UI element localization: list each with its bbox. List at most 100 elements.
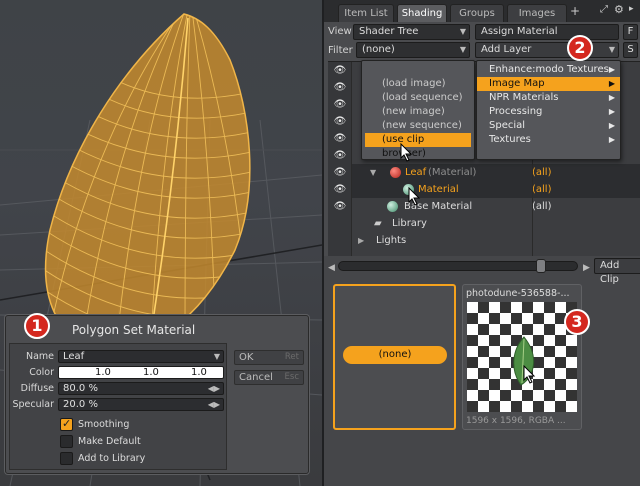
expand-arrow-icon[interactable]: ▶ (358, 232, 364, 249)
add-tab-button[interactable]: + (570, 4, 580, 18)
tree-row-leaf[interactable]: ▼ Leaf (Material) (all) (352, 164, 640, 181)
color-r-value[interactable]: 1.0 (95, 367, 111, 378)
submenu-arrow-icon: ▶ (608, 121, 615, 130)
thumbnail-size-slider[interactable] (338, 259, 578, 273)
slider-handle[interactable] (536, 259, 546, 273)
leaf-type: (Material) (428, 167, 477, 178)
color-field[interactable]: 1.0 1.0 1.0 (58, 366, 224, 379)
menu-item-special[interactable]: Special ▶ (477, 119, 620, 133)
eye-icon[interactable]: 👁 (333, 82, 347, 94)
make-default-label: Make Default (78, 436, 141, 447)
tree-row-lights[interactable]: ▶ Lights (352, 232, 640, 249)
make-default-checkbox[interactable] (60, 435, 73, 448)
check-icon: ✓ (62, 417, 72, 430)
add-clip-button[interactable]: Add Clip (594, 258, 640, 285)
menu-label: Special (489, 120, 526, 131)
assign-material-button[interactable]: Assign Material (475, 24, 619, 40)
menu-label: NPR Materials (489, 92, 559, 103)
chevron-right-icon[interactable]: ▸ (629, 4, 634, 14)
material-sphere-icon (387, 201, 398, 212)
f-button[interactable]: F (623, 24, 638, 40)
color-label: Color (29, 367, 54, 378)
slider-left-icon: ◀ (328, 263, 335, 273)
slider-right-icon: ▶ (583, 263, 590, 273)
chevron-down-icon: ▼ (608, 45, 615, 54)
add-to-library-checkbox[interactable] (60, 452, 73, 465)
ok-shortcut: Ret (284, 352, 299, 362)
menu-item-image-map[interactable]: Image Map ▶ (477, 77, 620, 91)
name-field[interactable]: Leaf ▼ (58, 350, 224, 363)
chevron-down-icon[interactable]: ▼ (214, 351, 220, 362)
tab-shading[interactable]: Shading (397, 4, 447, 22)
specular-field[interactable]: 20.0 % ◀▶ (58, 398, 224, 411)
chevron-down-icon: ▼ (459, 27, 466, 36)
view-dropdown[interactable]: Shader Tree ▼ (353, 24, 470, 40)
eye-icon[interactable]: 👁 (333, 65, 347, 77)
menu-item-textures[interactable]: Textures ▶ (477, 133, 620, 147)
smoothing-checkbox[interactable]: ✓ (60, 417, 73, 431)
dialog-title: Polygon Set Material (72, 323, 196, 337)
tab-groups[interactable]: Groups (450, 4, 504, 22)
submenu-arrow-icon: ▶ (608, 135, 615, 144)
tab-bar: Item List Shading Groups Images + ⤢ ⚙ ▸ (324, 0, 640, 22)
gear-icon[interactable]: ⚙ (614, 3, 624, 16)
filter-label: Filter (328, 45, 353, 56)
add-layer-dropdown[interactable]: Add Layer ▼ (475, 42, 619, 58)
eye-icon[interactable]: 👁 (333, 184, 347, 196)
menu-item-new-image[interactable]: (new image) (382, 105, 445, 119)
diffuse-label: Diffuse (20, 383, 54, 394)
ok-button[interactable]: OK Ret (234, 350, 304, 365)
add-layer-menu: Enhance:modo Textures ▶ Image Map ▶ NPR Ma… (476, 60, 621, 160)
none-clip-label: (none) (343, 346, 447, 364)
dialog-form: Name Leaf ▼ Color 1.0 1.0 1.0 Diffuse 80.… (9, 343, 227, 470)
base-material-polyset: (all) (532, 201, 552, 212)
expand-icon[interactable]: ⤢ (600, 4, 608, 15)
menu-label: Processing (489, 106, 543, 117)
mouse-cursor-icon (523, 365, 536, 384)
diffuse-field[interactable]: 80.0 % ◀▶ (58, 382, 224, 395)
leaf-name: Leaf (405, 167, 427, 178)
menu-item-processing[interactable]: Processing ▶ (477, 105, 620, 119)
eye-icon[interactable]: 👁 (333, 150, 347, 162)
eye-icon[interactable]: 👁 (333, 133, 347, 145)
s-button[interactable]: S (623, 42, 638, 58)
clip-thumb-info: 1596 x 1596, RGBA ... (466, 416, 566, 426)
menu-item-load-image[interactable]: (load image) (382, 77, 446, 91)
expand-arrow-icon[interactable]: ▼ (370, 164, 376, 181)
stepper-icon[interactable]: ◀▶ (208, 399, 220, 410)
clip-thumbnail-tile[interactable]: photodune-536588-... 1596 x 1596, RGBA .… (462, 284, 582, 430)
color-b-value[interactable]: 1.0 (191, 367, 207, 378)
cancel-button[interactable]: Cancel Esc (234, 370, 304, 385)
menu-item-npr-materials[interactable]: NPR Materials ▶ (477, 91, 620, 105)
filter-dropdown[interactable]: (none) ▼ (356, 42, 470, 58)
lights-name: Lights (376, 235, 407, 246)
tree-row-material[interactable]: Material (all) (352, 181, 640, 198)
tree-row-library[interactable]: ▰ Library (352, 215, 640, 232)
assign-material-label: Assign Material (481, 26, 558, 37)
menu-item-enhance-textures[interactable]: Enhance:modo Textures ▶ (477, 63, 620, 77)
leaf-mesh[interactable] (30, 10, 260, 360)
eye-icon[interactable]: 👁 (333, 201, 347, 213)
submenu-arrow-icon: ▶ (608, 79, 615, 88)
menu-item-load-sequence[interactable]: (load sequence) (382, 91, 463, 105)
add-to-library-label: Add to Library (78, 453, 146, 464)
view-label: View (328, 26, 352, 37)
tab-images[interactable]: Images (507, 4, 567, 22)
clip-browser: ◀ ▶ Add Clip (none) photodune-536588-...… (322, 256, 640, 486)
step-badge-3: 3 (564, 309, 590, 335)
menu-item-new-sequence[interactable]: (new sequence) (382, 119, 462, 133)
eye-icon[interactable]: 👁 (333, 99, 347, 111)
submenu-arrow-icon: ▶ (608, 107, 615, 116)
submenu-arrow-icon: ▶ (608, 65, 615, 74)
color-g-value[interactable]: 1.0 (143, 367, 159, 378)
tree-row-base-material[interactable]: Base Material (all) (352, 198, 640, 215)
tab-item-list[interactable]: Item List (338, 4, 394, 22)
menu-item-use-clip-browser[interactable]: (use clip browser) (365, 133, 471, 159)
clip-none-tile[interactable]: (none) (333, 284, 456, 430)
stepper-icon[interactable]: ◀▶ (208, 383, 220, 394)
leaf-polyset: (all) (532, 167, 552, 178)
eye-icon[interactable]: 👁 (333, 116, 347, 128)
specular-label: Specular (12, 399, 54, 410)
add-layer-label: Add Layer (481, 44, 532, 55)
eye-icon[interactable]: 👁 (333, 167, 347, 179)
